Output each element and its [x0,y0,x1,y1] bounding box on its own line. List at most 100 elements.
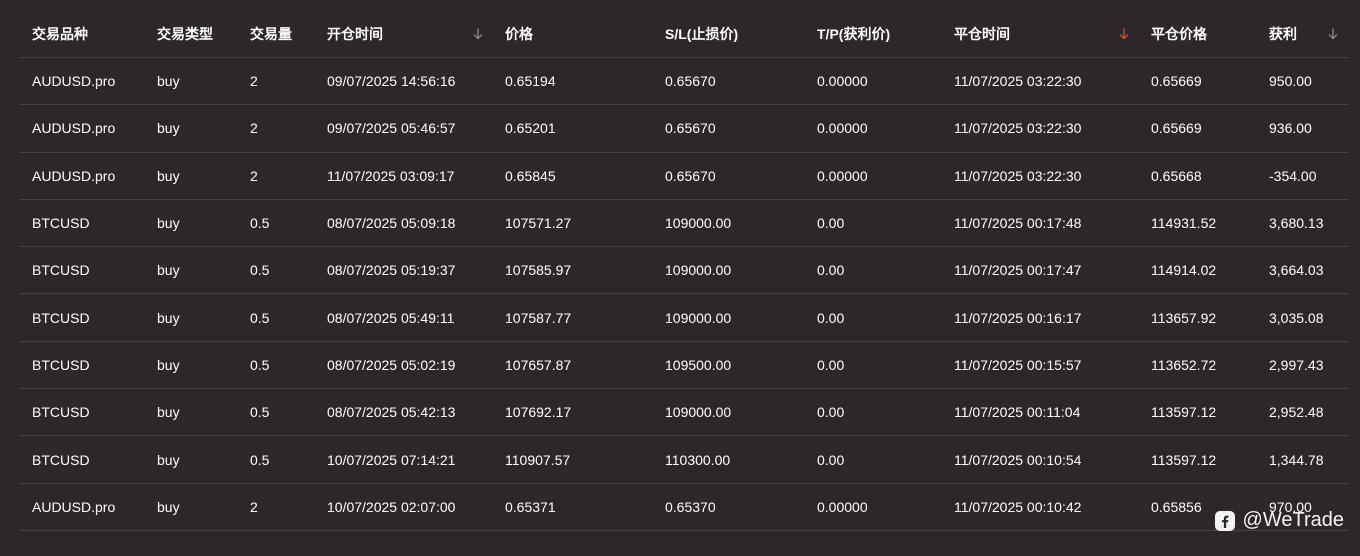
cell-take-profit: 0.00 [817,451,845,468]
cell-profit: 950.00 [1269,73,1312,90]
cell-volume: 0.5 [250,262,270,279]
header-open-time[interactable]: 开仓时间 [315,10,493,57]
header-label: 获利 [1269,25,1297,42]
cell-close-price: 113652.72 [1151,356,1217,373]
cell-close-price: 114914.02 [1151,262,1217,279]
cell-open-time: 09/07/2025 14:56:16 [327,73,456,90]
cell-type: buy [157,73,180,90]
cell-stop-loss: 109000.00 [665,215,732,232]
cell-stop-loss: 109000.00 [665,262,732,279]
cell-price: 0.65845 [505,167,556,184]
header-label: 开仓时间 [327,25,383,42]
cell-price: 110907.57 [505,451,571,468]
cell-open-time: 08/07/2025 05:42:13 [327,404,456,421]
table-header-row: 交易品种 交易类型 交易量 开仓时间 价格 S/L(止损价) T/P(获利价) 平仓时间 平仓价… [20,10,1348,58]
header-label: 交易品种 [32,25,88,42]
cell-volume: 2 [250,73,258,90]
cell-symbol: BTCUSD [32,309,90,326]
header-label: 交易类型 [157,25,213,42]
cell-close-price: 113597.12 [1151,451,1217,468]
header-price: 价格 [493,10,653,57]
cell-symbol: AUDUSD.pro [32,498,116,515]
sort-arrow-down-icon[interactable] [471,27,485,41]
cell-close-price: 113657.92 [1151,309,1217,326]
cell-price: 107657.87 [505,356,572,373]
trade-history-table: 交易品种 交易类型 交易量 开仓时间 价格 S/L(止损价) T/P(获利价) 平仓时间 平仓价… [20,10,1348,531]
cell-take-profit: 0.00 [817,404,845,421]
cell-symbol: BTCUSD [32,215,90,232]
cell-volume: 2 [250,167,258,184]
header-label: 平仓时间 [954,25,1010,42]
cell-profit: -354.00 [1269,167,1317,184]
cell-profit: 936.00 [1269,120,1312,137]
watermark-text: @WeTrade [1242,509,1344,531]
cell-stop-loss: 0.65370 [665,498,716,515]
cell-type: buy [157,309,180,326]
header-close-price: 平仓价格 [1139,10,1257,57]
cell-stop-loss: 0.65670 [665,167,716,184]
header-label: T/P(获利价) [817,25,891,42]
cell-open-time: 09/07/2025 05:46:57 [327,120,456,137]
table-row[interactable]: BTCUSD buy 0.5 08/07/2025 05:09:18 107571.27… [20,200,1348,248]
cell-open-time: 10/07/2025 07:14:21 [327,451,456,468]
header-volume: 交易量 [238,10,315,57]
cell-close-time: 11/07/2025 00:10:54 [954,451,1082,468]
cell-type: buy [157,404,180,421]
cell-price: 107587.77 [505,309,572,326]
table-body: AUDUSD.pro buy 2 09/07/2025 14:56:16 0.65194… [20,58,1348,531]
cell-type: buy [157,262,180,279]
header-label: 价格 [505,25,533,42]
cell-close-price: 0.65669 [1151,120,1202,137]
cell-price: 0.65194 [505,73,556,90]
cell-symbol: AUDUSD.pro [32,73,116,90]
header-label: 平仓价格 [1151,25,1207,42]
cell-symbol: AUDUSD.pro [32,167,116,184]
cell-price: 0.65201 [505,120,556,137]
header-symbol: 交易品种 [20,10,145,57]
cell-stop-loss: 110300.00 [665,451,731,468]
header-type: 交易类型 [145,10,238,57]
table-row[interactable]: AUDUSD.pro buy 2 10/07/2025 02:07:00 0.65371… [20,484,1348,531]
cell-open-time: 11/07/2025 03:09:17 [327,167,455,184]
sort-arrow-down-icon[interactable] [1326,27,1340,41]
cell-take-profit: 0.00 [817,309,845,326]
table-row[interactable]: AUDUSD.pro buy 2 09/07/2025 05:46:57 0.65201… [20,105,1348,153]
table-row[interactable]: BTCUSD buy 0.5 10/07/2025 07:14:21 110907.57… [20,436,1348,484]
cell-take-profit: 0.00 [817,356,845,373]
cell-profit: 1,344.78 [1269,451,1324,468]
table-row[interactable]: BTCUSD buy 0.5 08/07/2025 05:49:11 107587.77… [20,294,1348,342]
table-row[interactable]: BTCUSD buy 0.5 08/07/2025 05:19:37 107585.97… [20,247,1348,295]
cell-stop-loss: 109500.00 [665,356,732,373]
cell-close-time: 11/07/2025 03:22:30 [954,167,1082,184]
cell-price: 107585.97 [505,262,572,279]
cell-close-time: 11/07/2025 00:11:04 [954,404,1081,421]
cell-profit: 3,680.13 [1269,215,1324,232]
header-stop-loss: S/L(止损价) [653,10,805,57]
cell-stop-loss: 109000.00 [665,309,732,326]
cell-volume: 2 [250,120,258,137]
cell-close-time: 11/07/2025 00:15:57 [954,356,1082,373]
header-profit[interactable]: 获利 [1257,10,1348,57]
cell-symbol: BTCUSD [32,262,90,279]
cell-price: 107571.27 [505,215,572,232]
cell-close-price: 0.65668 [1151,167,1202,184]
cell-volume: 0.5 [250,356,270,373]
cell-symbol: AUDUSD.pro [32,120,116,137]
header-take-profit: T/P(获利价) [805,10,942,57]
table-row[interactable]: BTCUSD buy 0.5 08/07/2025 05:02:19 107657.87… [20,342,1348,390]
cell-open-time: 08/07/2025 05:49:11 [327,309,455,326]
sort-arrow-down-icon[interactable] [1117,27,1131,41]
cell-close-time: 11/07/2025 03:22:30 [954,120,1082,137]
table-row[interactable]: AUDUSD.pro buy 2 11/07/2025 03:09:17 0.65845… [20,153,1348,200]
header-close-time[interactable]: 平仓时间 [942,10,1139,57]
cell-close-time: 11/07/2025 00:16:17 [954,309,1082,326]
table-row[interactable]: BTCUSD buy 0.5 08/07/2025 05:42:13 107692.17… [20,389,1348,437]
cell-type: buy [157,167,180,184]
cell-profit: 3,664.03 [1269,262,1324,279]
facebook-icon [1214,510,1235,531]
cell-stop-loss: 0.65670 [665,120,716,137]
header-label: 交易量 [250,25,292,42]
table-row[interactable]: AUDUSD.pro buy 2 09/07/2025 14:56:16 0.65194… [20,58,1348,106]
cell-close-time: 11/07/2025 03:22:30 [954,73,1082,90]
cell-type: buy [157,120,180,137]
